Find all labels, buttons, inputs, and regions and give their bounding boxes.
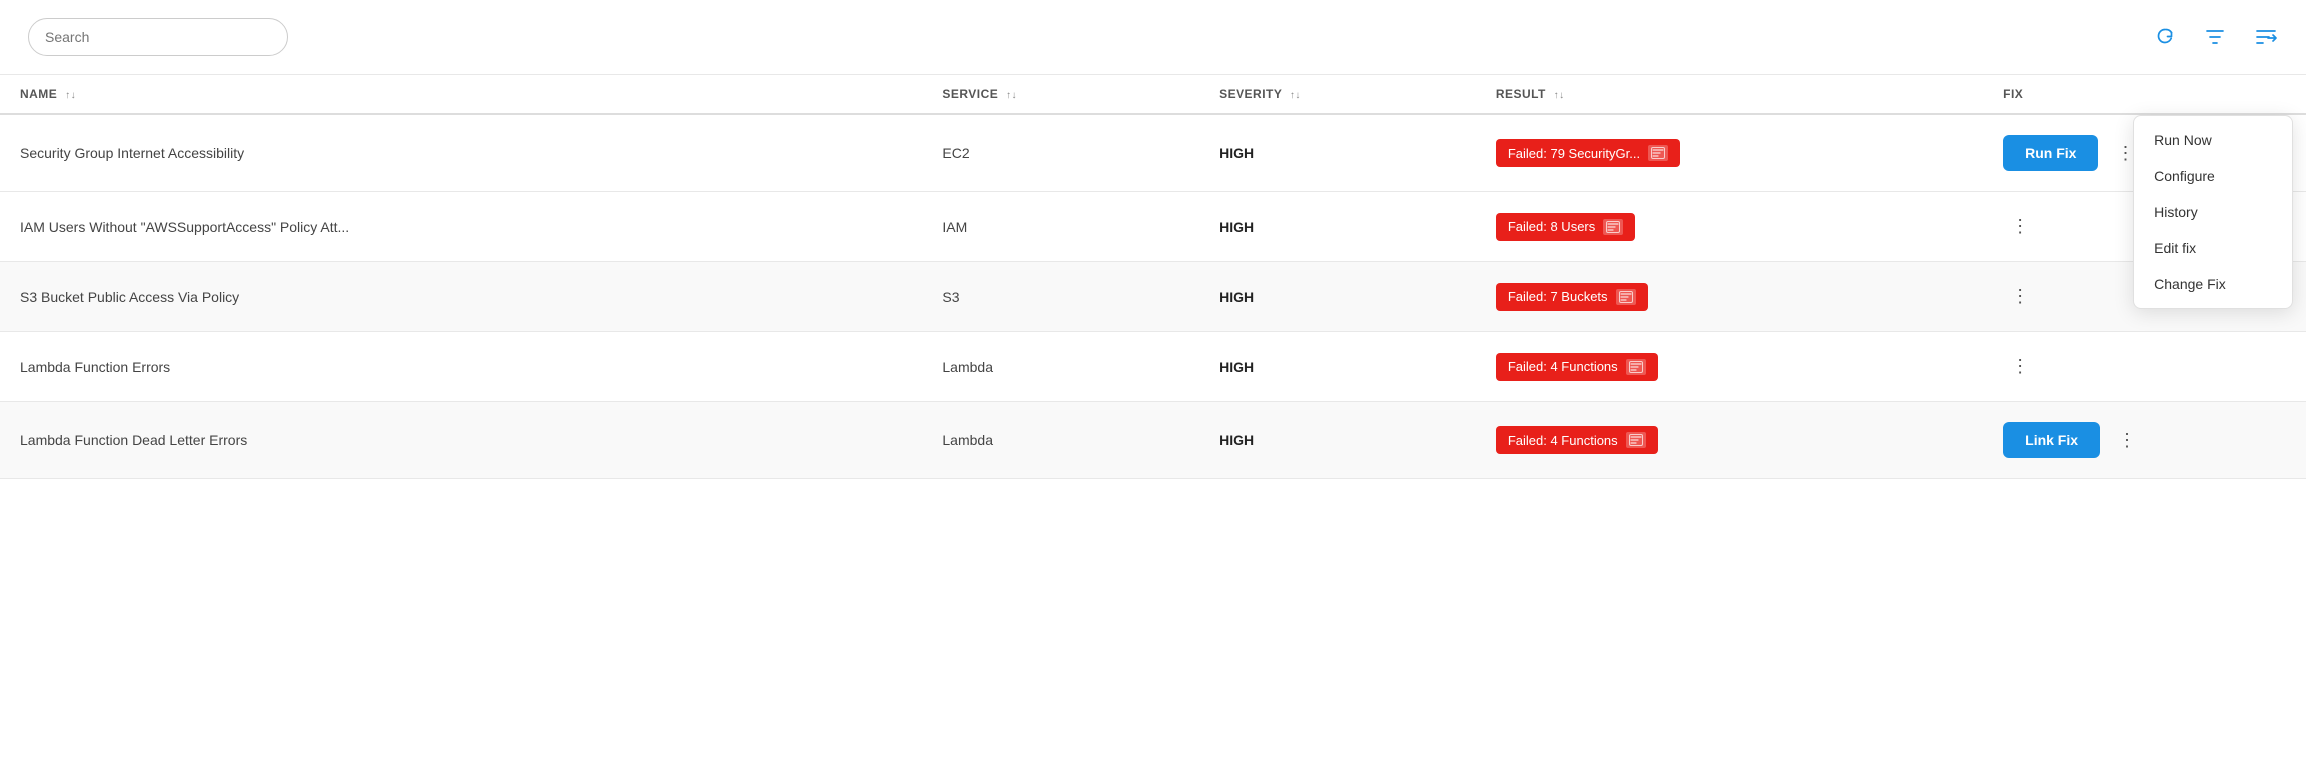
cell-name: Lambda Function Errors — [0, 332, 922, 402]
cell-result: Failed: 79 SecurityGr... — [1476, 114, 1983, 192]
result-badge-text: Failed: 79 SecurityGr... — [1508, 146, 1640, 161]
table-row: Lambda Function ErrorsLambdaHIGH Failed: … — [0, 332, 2306, 402]
page-header — [0, 0, 2306, 75]
filter-icon[interactable] — [2204, 26, 2226, 48]
cell-fix: ⋮ — [1983, 332, 2306, 402]
three-dot-menu-button[interactable]: ⋮ — [2003, 212, 2037, 241]
fix-cell-inner: ⋮ — [2003, 352, 2286, 381]
sort-arrows-name: ↑↓ — [65, 90, 76, 101]
cell-severity: HIGH — [1199, 262, 1476, 332]
cell-fix: Link Fix ⋮ — [1983, 402, 2306, 479]
cell-severity: HIGH — [1199, 192, 1476, 262]
result-badge-text: Failed: 7 Buckets — [1508, 289, 1608, 304]
result-badge: Failed: 4 Functions — [1496, 353, 1658, 381]
sort-arrows-service: ↑↓ — [1006, 90, 1017, 101]
fix-dropdown-menu: Run NowConfigureHistoryEdit fixChange Fi… — [2133, 115, 2293, 309]
col-header-service[interactable]: SERVICE ↑↓ — [922, 75, 1199, 114]
dropdown-item-history[interactable]: History — [2134, 194, 2292, 230]
result-badge: Failed: 7 Buckets — [1496, 283, 1648, 311]
dropdown-item-run_now[interactable]: Run Now — [2134, 122, 2292, 158]
sort-arrows-result: ↑↓ — [1554, 90, 1565, 101]
run-fix-button[interactable]: Run Fix — [2003, 135, 2098, 171]
three-dot-menu-button[interactable]: ⋮ — [2003, 282, 2037, 311]
col-header-fix: FIX — [1983, 75, 2306, 114]
result-badge-text: Failed: 4 Functions — [1508, 433, 1618, 448]
cell-fix: Run NowConfigureHistoryEdit fixChange Fi… — [1983, 114, 2306, 192]
cell-severity: HIGH — [1199, 402, 1476, 479]
result-badge-icon — [1626, 432, 1646, 448]
link-fix-button[interactable]: Link Fix — [2003, 422, 2100, 458]
cell-result: Failed: 4 Functions — [1476, 332, 1983, 402]
col-header-name[interactable]: NAME ↑↓ — [0, 75, 922, 114]
dropdown-item-edit_fix[interactable]: Edit fix — [2134, 230, 2292, 266]
cell-result: Failed: 7 Buckets — [1476, 262, 1983, 332]
table-header-row: NAME ↑↓ SERVICE ↑↓ SEVERITY ↑↓ RESULT ↑↓… — [0, 75, 2306, 114]
main-table-container: NAME ↑↓ SERVICE ↑↓ SEVERITY ↑↓ RESULT ↑↓… — [0, 75, 2306, 479]
table-row: IAM Users Without "AWSSupportAccess" Pol… — [0, 192, 2306, 262]
dropdown-item-configure[interactable]: Configure — [2134, 158, 2292, 194]
result-badge-icon — [1603, 219, 1623, 235]
cell-name: Security Group Internet Accessibility — [0, 114, 922, 192]
sort-icon[interactable] — [2254, 26, 2278, 48]
result-badge-icon — [1648, 145, 1668, 161]
three-dot-menu-button[interactable]: ⋮ — [2110, 426, 2144, 455]
fix-cell-inner: Link Fix ⋮ — [2003, 422, 2286, 458]
cell-severity: HIGH — [1199, 332, 1476, 402]
search-wrapper — [28, 18, 288, 56]
cell-service: EC2 — [922, 114, 1199, 192]
checks-table: NAME ↑↓ SERVICE ↑↓ SEVERITY ↑↓ RESULT ↑↓… — [0, 75, 2306, 479]
cell-service: Lambda — [922, 402, 1199, 479]
refresh-icon[interactable] — [2154, 26, 2176, 48]
sort-arrows-severity: ↑↓ — [1290, 90, 1301, 101]
search-input[interactable] — [28, 18, 288, 56]
dropdown-item-change_fix[interactable]: Change Fix — [2134, 266, 2292, 302]
cell-name: S3 Bucket Public Access Via Policy — [0, 262, 922, 332]
table-row: Security Group Internet AccessibilityEC2… — [0, 114, 2306, 192]
result-badge: Failed: 4 Functions — [1496, 426, 1658, 454]
col-header-severity[interactable]: SEVERITY ↑↓ — [1199, 75, 1476, 114]
cell-service: Lambda — [922, 332, 1199, 402]
table-row: S3 Bucket Public Access Via PolicyS3HIGH… — [0, 262, 2306, 332]
result-badge-text: Failed: 8 Users — [1508, 219, 1595, 234]
table-row: Lambda Function Dead Letter ErrorsLambda… — [0, 402, 2306, 479]
result-badge-icon — [1626, 359, 1646, 375]
col-header-result[interactable]: RESULT ↑↓ — [1476, 75, 1983, 114]
header-icons — [2154, 26, 2278, 48]
cell-severity: HIGH — [1199, 114, 1476, 192]
result-badge-text: Failed: 4 Functions — [1508, 359, 1618, 374]
three-dot-menu-button[interactable]: ⋮ — [2003, 352, 2037, 381]
cell-name: Lambda Function Dead Letter Errors — [0, 402, 922, 479]
cell-service: S3 — [922, 262, 1199, 332]
cell-service: IAM — [922, 192, 1199, 262]
result-badge: Failed: 8 Users — [1496, 213, 1635, 241]
cell-result: Failed: 8 Users — [1476, 192, 1983, 262]
cell-result: Failed: 4 Functions — [1476, 402, 1983, 479]
result-badge-icon — [1616, 289, 1636, 305]
result-badge: Failed: 79 SecurityGr... — [1496, 139, 1680, 167]
cell-name: IAM Users Without "AWSSupportAccess" Pol… — [0, 192, 922, 262]
